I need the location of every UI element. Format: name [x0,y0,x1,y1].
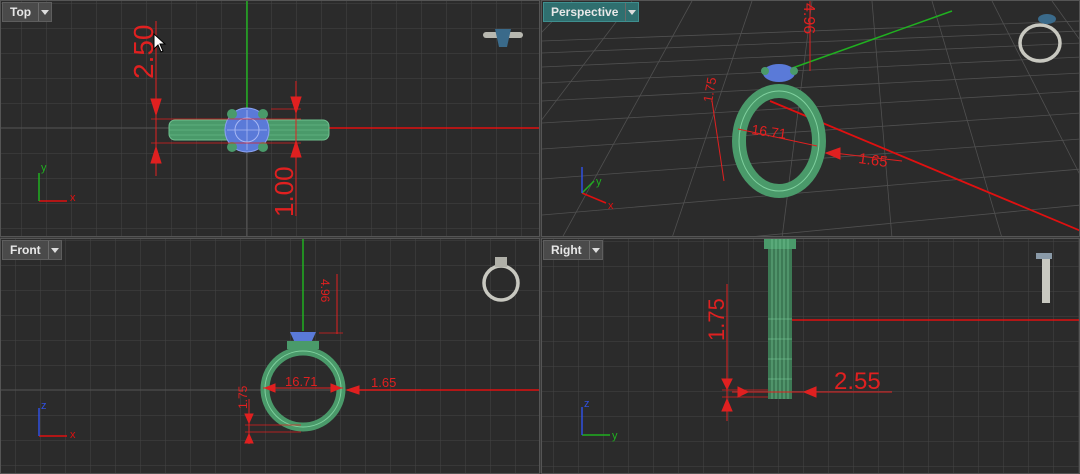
chevron-down-icon[interactable] [47,241,61,259]
front-grid [1,239,539,473]
chevron-down-icon[interactable] [38,3,51,21]
top-grid [1,1,539,236]
viewport-label: Right [551,243,582,257]
viewport-title-front[interactable]: Front [2,240,62,260]
mouse-cursor-icon [153,33,167,53]
viewport-label: Perspective [551,5,619,19]
viewport-right[interactable]: Right 1.75 2.55 y z [541,238,1080,474]
viewport-top[interactable]: Top 2.50 1.00 x y [0,0,540,237]
viewport-title-perspective[interactable]: Perspective [543,2,640,22]
right-grid [542,239,1079,473]
chevron-down-icon[interactable] [625,3,638,21]
perspective-grid [542,1,1079,236]
viewport-label: Front [10,243,41,257]
chevron-down-icon[interactable] [588,241,602,259]
viewport-label: Top [10,5,32,19]
viewport-perspective[interactable]: Perspective 4.96 1.75 16.71 1.65 x y [541,0,1080,237]
viewport-title-top[interactable]: Top [2,2,53,22]
viewport-front[interactable]: Front 4.96 16.71 1.65 1.75 x z [0,238,540,474]
viewport-title-right[interactable]: Right [543,240,603,260]
